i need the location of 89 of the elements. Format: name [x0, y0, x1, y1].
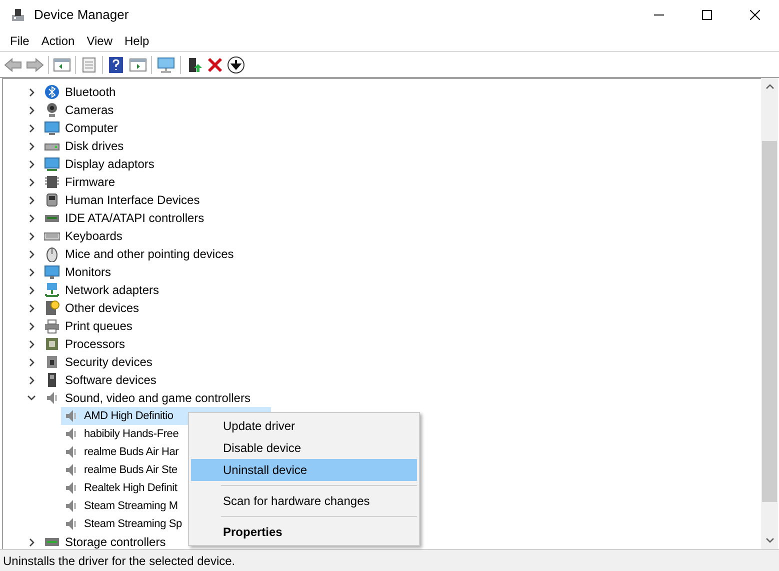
- menu-option[interactable]: Uninstall device: [191, 459, 417, 481]
- menu-item[interactable]: View: [80, 32, 118, 50]
- device-icon: [44, 300, 60, 316]
- chip-icon: [44, 174, 60, 190]
- back-arrow-icon[interactable]: [4, 56, 22, 72]
- monitor-icon: [44, 156, 60, 172]
- expand-chevron-icon[interactable]: [28, 178, 34, 186]
- panel-icon[interactable]: [53, 56, 71, 72]
- menu-option[interactable]: Disable device: [191, 437, 417, 459]
- menu-item[interactable]: File: [4, 32, 36, 50]
- expand-chevron-icon[interactable]: [28, 88, 34, 96]
- tree-item[interactable]: Steam Streaming M: [61, 497, 180, 515]
- mouse-icon: [44, 246, 60, 262]
- scroll-down-icon[interactable]: [766, 538, 774, 543]
- expand-chevron-icon[interactable]: [28, 196, 34, 204]
- speaker-icon: [63, 480, 79, 496]
- scrollbar[interactable]: [761, 78, 778, 549]
- expand-chevron-icon[interactable]: [28, 232, 34, 240]
- speaker-icon: [63, 426, 79, 442]
- collapse-chevron-icon[interactable]: [27, 395, 36, 401]
- tree-item[interactable]: Other devices: [64, 299, 140, 317]
- speaker-icon: [63, 516, 79, 532]
- expand-chevron-icon[interactable]: [28, 322, 34, 330]
- menu-option[interactable]: Properties: [191, 521, 417, 543]
- help-icon[interactable]: [107, 56, 125, 72]
- expand-chevron-icon[interactable]: [28, 124, 34, 132]
- menu-item[interactable]: Help: [118, 32, 156, 50]
- expand-chevron-icon[interactable]: [28, 358, 34, 366]
- tree-item[interactable]: realme Buds Air Har: [61, 443, 181, 461]
- expand-chevron-icon[interactable]: [28, 106, 34, 114]
- expand-chevron-icon[interactable]: [28, 250, 34, 258]
- expand-chevron-icon[interactable]: [28, 286, 34, 294]
- speaker-icon: [63, 462, 79, 478]
- tree-item[interactable]: Mice and other pointing devices: [64, 245, 235, 263]
- forward-arrow-icon[interactable]: [26, 56, 44, 72]
- expand-chevron-icon[interactable]: [28, 160, 34, 168]
- properties-sheet-icon[interactable]: [80, 56, 98, 72]
- tree-item[interactable]: Network adapters: [64, 281, 160, 299]
- network-icon: [44, 282, 60, 298]
- expand-chevron-icon[interactable]: [28, 214, 34, 222]
- device-icon: [44, 192, 60, 208]
- menu-option[interactable]: Scan for hardware changes: [191, 490, 417, 512]
- tree-item[interactable]: Bluetooth: [64, 83, 117, 101]
- tree-item[interactable]: Processors: [64, 335, 126, 353]
- speaker-icon: [63, 444, 79, 460]
- tree-item[interactable]: Human Interface Devices: [64, 191, 201, 209]
- tree-item[interactable]: Realtek High Definit: [61, 479, 180, 497]
- panel-icon[interactable]: [129, 56, 147, 72]
- tree-item[interactable]: Display adaptors: [64, 155, 156, 173]
- tree-item[interactable]: IDE ATA/ATAPI controllers: [64, 209, 206, 227]
- menu-item[interactable]: Action: [35, 32, 81, 50]
- monitor-icon: [44, 120, 60, 136]
- tree-item[interactable]: Computer: [64, 119, 119, 137]
- scroll-up-icon[interactable]: [766, 84, 774, 89]
- speaker-icon: [63, 408, 79, 424]
- expand-chevron-icon[interactable]: [28, 538, 34, 546]
- download-icon[interactable]: [227, 56, 245, 74]
- speaker-icon: [44, 390, 60, 406]
- camera-icon: [44, 102, 60, 118]
- tree-item[interactable]: realme Buds Air Ste: [61, 461, 180, 479]
- scrollbar-thumb[interactable]: [762, 141, 777, 502]
- device-icon: [44, 354, 60, 370]
- expand-chevron-icon[interactable]: [28, 304, 34, 312]
- tree-item[interactable]: Software devices: [64, 371, 158, 389]
- tree-item[interactable]: Print queues: [64, 317, 134, 335]
- tree-item[interactable]: Monitors: [64, 263, 112, 281]
- close-icon[interactable]: [750, 10, 760, 20]
- window-title: Device Manager: [34, 6, 129, 24]
- bluetooth-icon: [44, 84, 60, 100]
- tree-item[interactable]: Storage controllers: [64, 533, 167, 549]
- expand-chevron-icon[interactable]: [28, 142, 34, 150]
- tree-item[interactable]: habibily Hands-Free: [61, 425, 181, 443]
- speaker-icon: [63, 498, 79, 514]
- tree-item[interactable]: Sound, video and game controllers: [64, 389, 252, 407]
- printer-icon: [44, 318, 60, 334]
- processor-icon: [44, 336, 60, 352]
- status-text: Uninstalls the driver for the selected device.: [3, 552, 236, 570]
- monitor-icon: [44, 264, 60, 280]
- expand-chevron-icon[interactable]: [28, 340, 34, 348]
- expand-chevron-icon[interactable]: [28, 268, 34, 276]
- tree-item[interactable]: Keyboards: [64, 227, 124, 245]
- monitor-icon[interactable]: [156, 56, 176, 72]
- maximize-icon[interactable]: [702, 10, 712, 20]
- tree-item[interactable]: Firmware: [64, 173, 116, 191]
- tree-item[interactable]: Cameras: [64, 101, 115, 119]
- tree-item[interactable]: Disk drives: [64, 137, 125, 155]
- expand-chevron-icon[interactable]: [28, 376, 34, 384]
- tree-item[interactable]: Security devices: [64, 353, 154, 371]
- tree-item[interactable]: Steam Streaming Sp: [61, 515, 184, 533]
